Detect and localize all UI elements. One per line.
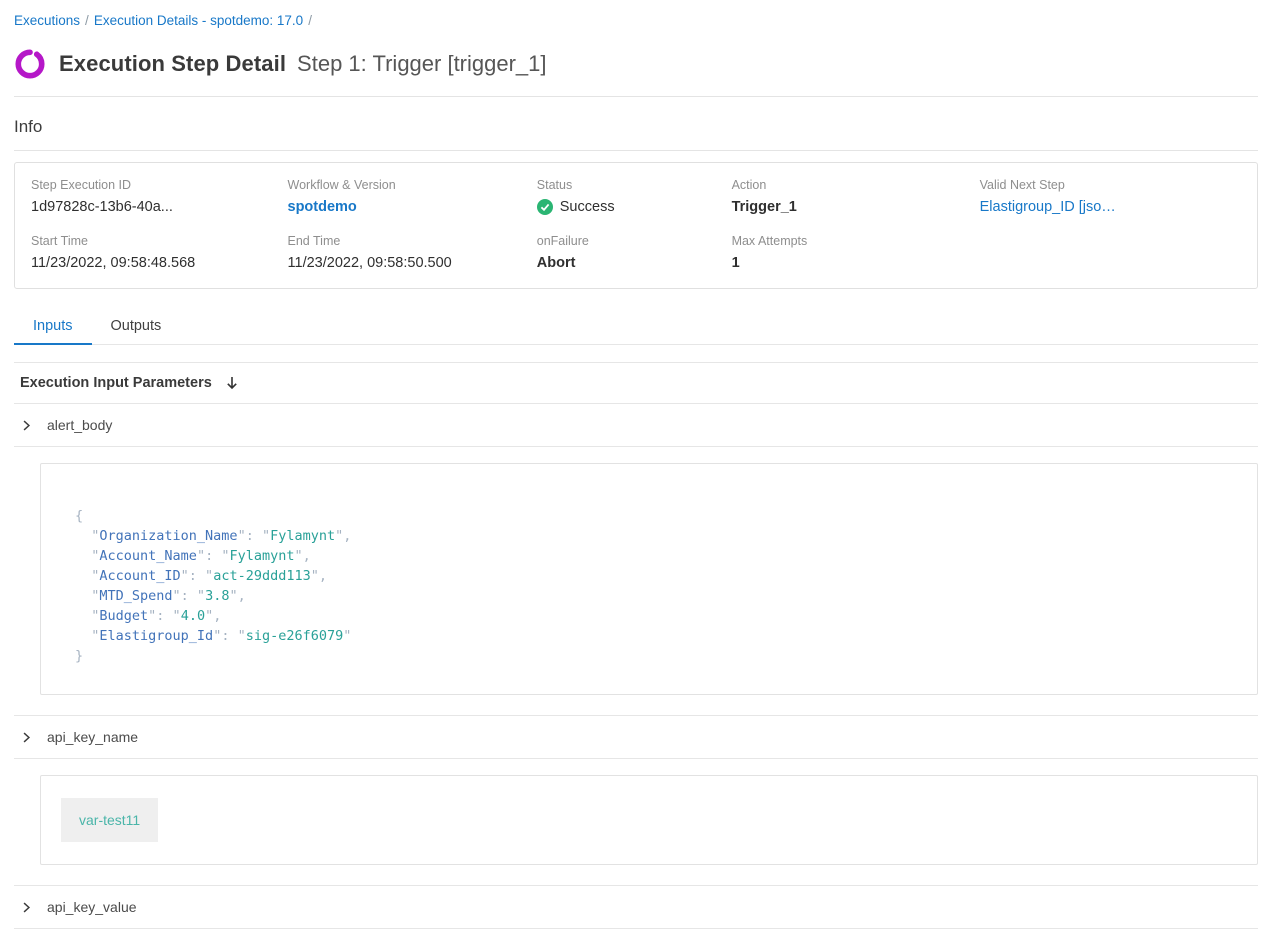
divider — [14, 96, 1258, 97]
info-field-max-attempts: Max Attempts 1 — [732, 234, 980, 271]
page-title: Execution Step Detail — [59, 51, 286, 77]
info-field-label: onFailure — [537, 234, 732, 248]
info-field-value: Abort — [537, 255, 732, 271]
tab-inputs[interactable]: Inputs — [14, 310, 92, 344]
info-field-value: Trigger_1 — [732, 199, 980, 215]
info-field-workflow-version: Workflow & Version spotdemo — [288, 178, 537, 215]
chevron-right-icon — [20, 901, 33, 914]
param-api-key-name: api_key_name var-test11 — [14, 716, 1258, 886]
info-field-label: Step Execution ID — [31, 178, 288, 192]
param-name: api_key_value — [47, 899, 137, 915]
info-field-end-time: End Time 11/23/2022, 09:58:50.500 — [288, 234, 537, 271]
param-api-key-value: api_key_value — [14, 886, 1258, 929]
chevron-right-icon — [20, 731, 33, 744]
breadcrumb-separator: / — [308, 13, 312, 28]
param-content-api-key-name: var-test11 — [14, 759, 1258, 886]
status-value: Success — [537, 199, 732, 215]
breadcrumb-separator: / — [85, 13, 89, 28]
collapse-all-arrow-icon[interactable] — [224, 375, 240, 391]
info-field-value: 11/23/2022, 09:58:50.500 — [288, 255, 537, 271]
workflow-link[interactable]: spotdemo — [288, 199, 537, 215]
params-section-title: Execution Input Parameters — [20, 375, 212, 391]
status-badge: Success — [560, 199, 615, 215]
api-key-name-value-box: var-test11 — [40, 775, 1258, 865]
info-field-label: Status — [537, 178, 732, 192]
tab-outputs[interactable]: Outputs — [92, 310, 181, 344]
info-field-label: End Time — [288, 234, 537, 248]
tab-bar: Inputs Outputs — [14, 310, 1258, 345]
success-check-icon — [537, 199, 553, 215]
divider — [14, 150, 1258, 151]
info-field-action: Action Trigger_1 — [732, 178, 980, 215]
info-field-status: Status Success — [537, 178, 732, 215]
info-card: Step Execution ID 1d97828c-13b6-40a... W… — [14, 162, 1258, 289]
alert-body-json-box: { "Organization_Name": "Fylamynt", "Acco… — [40, 463, 1258, 695]
page-subtitle: Step 1: Trigger [trigger_1] — [297, 51, 546, 77]
page-header: Execution Step Detail Step 1: Trigger [t… — [14, 45, 1258, 83]
param-alert-body: alert_body { "Organization_Name": "Fylam… — [14, 404, 1258, 716]
info-field-label: Workflow & Version — [288, 178, 537, 192]
info-field-step-execution-id: Step Execution ID 1d97828c-13b6-40a... — [31, 178, 288, 215]
info-field-onfailure: onFailure Abort — [537, 234, 732, 271]
param-header-api-key-value[interactable]: api_key_value — [14, 886, 1258, 929]
info-field-label: Start Time — [31, 234, 288, 248]
info-field-valid-next-step: Valid Next Step Elastigroup_ID [jso… — [980, 178, 1241, 215]
param-content-alert-body: { "Organization_Name": "Fylamynt", "Acco… — [14, 447, 1258, 716]
info-field-start-time: Start Time 11/23/2022, 09:58:48.568 — [31, 234, 288, 271]
param-name: alert_body — [47, 417, 112, 433]
info-field-label: Max Attempts — [732, 234, 980, 248]
execution-step-detail-page: Executions / Execution Details - spotdemo:… — [0, 0, 1272, 929]
info-field-empty — [980, 234, 1241, 271]
info-field-value: 1d97828c-13b6-40a... — [31, 199, 288, 215]
json-code-block: { "Organization_Name": "Fylamynt", "Acco… — [75, 506, 1223, 666]
info-field-label: Action — [732, 178, 980, 192]
info-field-value: 1 — [732, 255, 980, 271]
param-name: api_key_name — [47, 729, 138, 745]
chevron-right-icon — [20, 419, 33, 432]
info-section-title: Info — [14, 117, 1258, 137]
param-header-api-key-name[interactable]: api_key_name — [14, 716, 1258, 759]
api-key-name-value: var-test11 — [61, 798, 158, 842]
breadcrumb-link-execution-details[interactable]: Execution Details - spotdemo: 17.0 — [94, 13, 303, 28]
info-field-value: 11/23/2022, 09:58:48.568 — [31, 255, 288, 271]
info-field-label: Valid Next Step — [980, 178, 1241, 192]
breadcrumb-link-executions[interactable]: Executions — [14, 13, 80, 28]
param-header-alert-body[interactable]: alert_body — [14, 404, 1258, 447]
execution-input-parameters-section: Execution Input Parameters alert_body { — [14, 362, 1258, 929]
params-title-row: Execution Input Parameters — [14, 363, 1258, 404]
breadcrumb: Executions / Execution Details - spotdemo:… — [14, 12, 1258, 30]
fylamynt-logo-icon — [14, 48, 46, 80]
valid-next-step-link[interactable]: Elastigroup_ID [jso… — [980, 199, 1140, 215]
info-grid: Step Execution ID 1d97828c-13b6-40a... W… — [31, 178, 1241, 271]
